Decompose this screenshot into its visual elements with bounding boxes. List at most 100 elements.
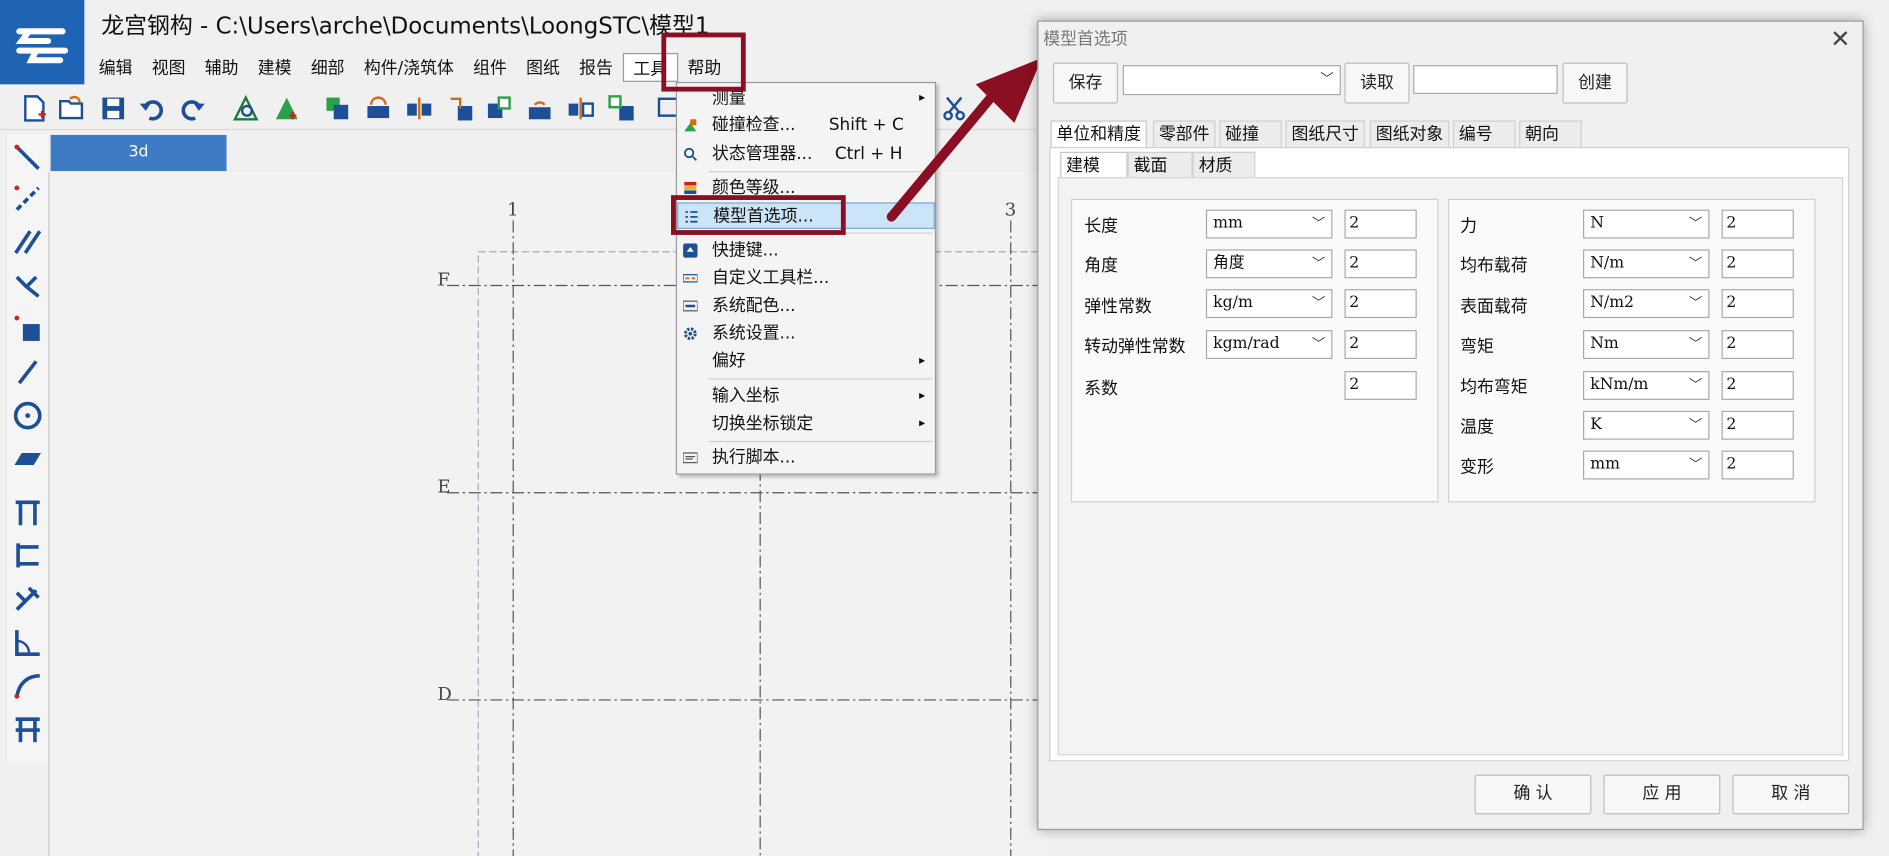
polybeam-icon[interactable]: [12, 183, 43, 214]
menu-detailing[interactable]: 细部: [301, 53, 354, 82]
move-icon[interactable]: [364, 94, 393, 123]
rotational-elastic-precision-input[interactable]: 2: [1344, 330, 1417, 360]
menu-item-system-colors[interactable]: 系统配色...: [677, 293, 935, 320]
tab-orientation[interactable]: 朝向: [1519, 120, 1582, 147]
save-icon[interactable]: [99, 94, 128, 123]
label-force: 力: [1460, 216, 1477, 237]
tab-drawing-size[interactable]: 图纸尺寸: [1285, 120, 1365, 147]
length-precision-input[interactable]: 2: [1344, 209, 1417, 239]
undo-icon[interactable]: [137, 94, 166, 123]
copy-icon[interactable]: [323, 94, 352, 123]
rotate-icon[interactable]: [446, 94, 475, 123]
angle-unit-select[interactable]: 角度 ﹀: [1205, 249, 1333, 279]
bent-beam-icon[interactable]: [12, 270, 43, 301]
deformation-precision-input[interactable]: 2: [1721, 450, 1794, 480]
menu-bar: 编辑 视图 辅助 建模 细部 构件/浇筑体 组件 图纸 报告 工具 帮助: [89, 53, 731, 82]
menu-item-run-script[interactable]: 执行脚本...: [677, 445, 935, 472]
chevron-down-icon: ﹀: [1311, 295, 1326, 311]
menu-item-preferences[interactable]: 偏好 ▸: [677, 348, 935, 375]
read-button[interactable]: 读取: [1344, 62, 1410, 104]
new-file-icon[interactable]: [19, 94, 48, 123]
confirm-button[interactable]: 确 认: [1474, 774, 1592, 815]
arc-beam-icon[interactable]: [12, 670, 43, 701]
move-special-icon[interactable]: [525, 94, 554, 123]
rotational-elastic-unit-select[interactable]: kgm/rad ﹀: [1205, 330, 1333, 360]
angle-precision-input[interactable]: 2: [1344, 249, 1417, 279]
tab-units-precision[interactable]: 单位和精度: [1050, 120, 1147, 147]
slab-icon[interactable]: [12, 443, 43, 474]
menu-drawings[interactable]: 图纸: [516, 53, 569, 82]
save-button[interactable]: 保存: [1052, 62, 1118, 104]
distributed-moment-unit-select[interactable]: kNm/m ﹀: [1583, 371, 1710, 400]
menu-modeling[interactable]: 建模: [248, 53, 301, 82]
menu-edit[interactable]: 编辑: [89, 53, 142, 82]
menu-members[interactable]: 构件/浇筑体: [354, 53, 463, 82]
elastic-constant-precision-input[interactable]: 2: [1344, 289, 1417, 319]
tab-clash[interactable]: 碰撞: [1219, 120, 1282, 147]
menu-assist[interactable]: 辅助: [195, 53, 248, 82]
tab-parts[interactable]: 零部件: [1152, 120, 1216, 147]
mirror-special-icon[interactable]: [566, 94, 595, 123]
menu-view[interactable]: 视图: [142, 53, 195, 82]
force-unit-select[interactable]: N ﹀: [1583, 209, 1710, 239]
subtab-modeling[interactable]: 建模: [1060, 151, 1128, 179]
label-coefficient: 系数: [1084, 379, 1118, 399]
zoom-view-icon[interactable]: [231, 94, 260, 123]
menu-item-toggle-coordinate-lock[interactable]: 切换坐标锁定 ▸: [677, 411, 935, 438]
menu-item-input-coordinates[interactable]: 输入坐标 ▸: [677, 383, 935, 410]
rotate-special-icon[interactable]: [607, 94, 636, 123]
menu-item-shortcuts[interactable]: 快捷键...: [677, 237, 935, 264]
force-precision-input[interactable]: 2: [1721, 209, 1794, 239]
close-icon[interactable]: ✕: [1830, 24, 1850, 53]
double-beam-icon[interactable]: [12, 226, 43, 257]
menu-separator: [708, 440, 933, 443]
menu-item-label: 系统配色...: [711, 296, 796, 316]
tab-3d-view[interactable]: 3d: [50, 134, 227, 172]
create-button[interactable]: 创建: [1562, 62, 1628, 104]
distributed-load-precision-input[interactable]: 2: [1721, 249, 1794, 279]
length-unit-select[interactable]: mm ﹀: [1205, 209, 1333, 239]
subtab-section[interactable]: 截面: [1127, 151, 1193, 179]
frame-icon[interactable]: [12, 713, 43, 744]
coefficient-precision-input[interactable]: 2: [1344, 371, 1417, 400]
dialog-title: 模型首选项: [1043, 30, 1128, 50]
elastic-constant-unit-select[interactable]: kg/m ﹀: [1205, 289, 1333, 319]
surface-load-unit-select[interactable]: N/m2 ﹀: [1583, 289, 1710, 319]
mirror-icon[interactable]: [405, 94, 434, 123]
menu-item-customize-toolbar[interactable]: 自定义工具栏...: [677, 265, 935, 292]
preset-name-input[interactable]: [1413, 65, 1558, 94]
angle-icon[interactable]: [12, 626, 43, 657]
copy-special-icon[interactable]: [484, 94, 513, 123]
app-logo: [0, 0, 85, 85]
plate-icon[interactable]: [12, 313, 43, 344]
moment-unit-select[interactable]: Nm ﹀: [1583, 330, 1710, 360]
tab-numbering[interactable]: 编号: [1452, 120, 1516, 147]
apply-button[interactable]: 应 用: [1603, 774, 1721, 815]
bracket-icon[interactable]: [12, 540, 43, 571]
column-frame-icon[interactable]: [12, 496, 43, 527]
subtab-material[interactable]: 材质: [1192, 151, 1256, 179]
deformation-unit-select[interactable]: mm ﹀: [1583, 450, 1710, 480]
preset-select[interactable]: ﹀: [1122, 65, 1341, 96]
menu-reports[interactable]: 报告: [569, 53, 622, 82]
beam-icon[interactable]: [12, 142, 43, 173]
redo-icon[interactable]: [178, 94, 207, 123]
cancel-button[interactable]: 取 消: [1732, 774, 1850, 815]
distributed-load-unit-select[interactable]: N/m ﹀: [1583, 249, 1710, 279]
menu-item-system-settings[interactable]: 系统设置...: [677, 320, 935, 347]
circle-icon[interactable]: [12, 400, 43, 431]
tab-drawing-objects[interactable]: 图纸对象: [1369, 120, 1450, 147]
temperature-unit-select[interactable]: K ﹀: [1583, 410, 1710, 440]
script-icon: [683, 452, 698, 464]
moment-precision-input[interactable]: 2: [1721, 330, 1794, 360]
brace-icon[interactable]: [12, 583, 43, 614]
surface-load-precision-input[interactable]: 2: [1721, 289, 1794, 319]
add-point-icon[interactable]: [272, 94, 301, 123]
line-icon[interactable]: [12, 357, 43, 388]
chevron-down-icon: ﹀: [1689, 456, 1703, 473]
select-value: N/m: [1590, 254, 1625, 273]
temperature-precision-input[interactable]: 2: [1721, 410, 1794, 440]
menu-components[interactable]: 组件: [463, 53, 516, 82]
open-file-icon[interactable]: [58, 94, 87, 123]
distributed-moment-precision-input[interactable]: 2: [1721, 371, 1794, 400]
